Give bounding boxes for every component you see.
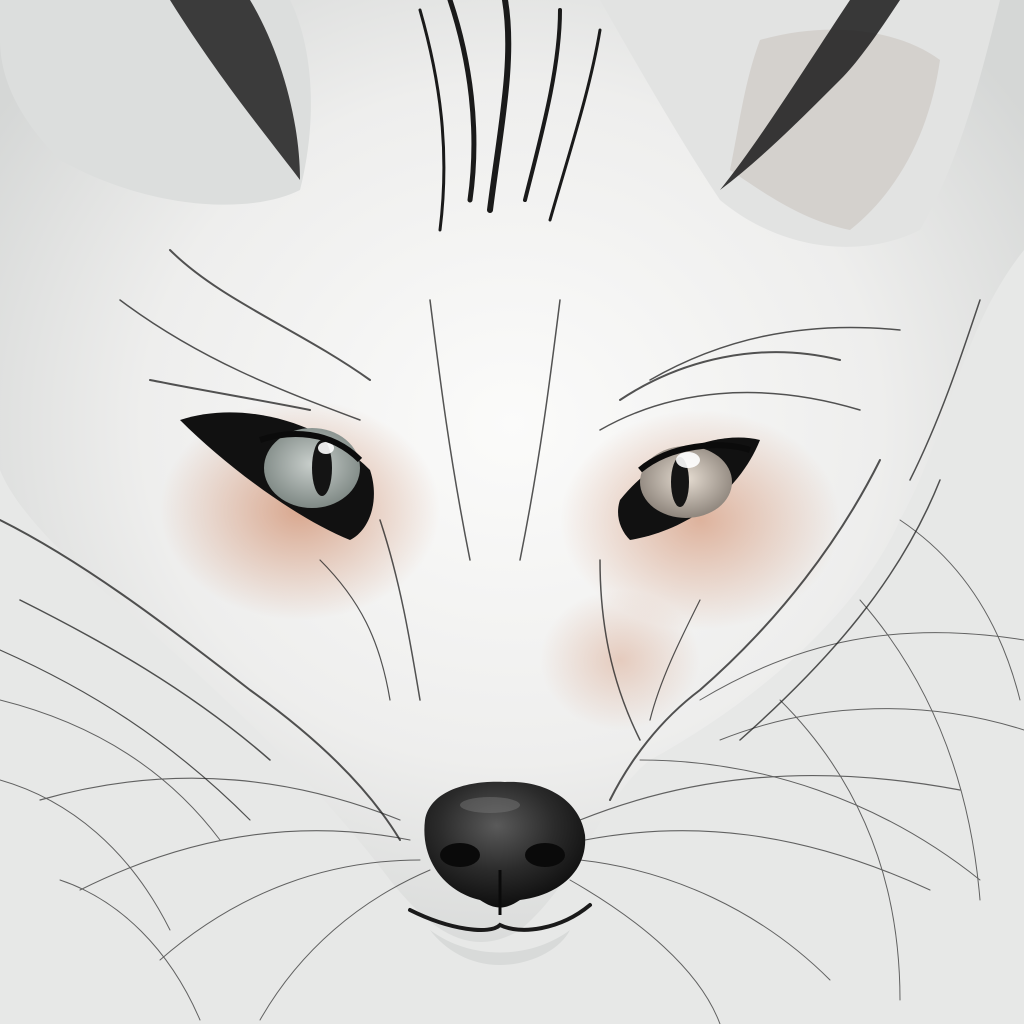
fox-illustration [0,0,1024,1024]
